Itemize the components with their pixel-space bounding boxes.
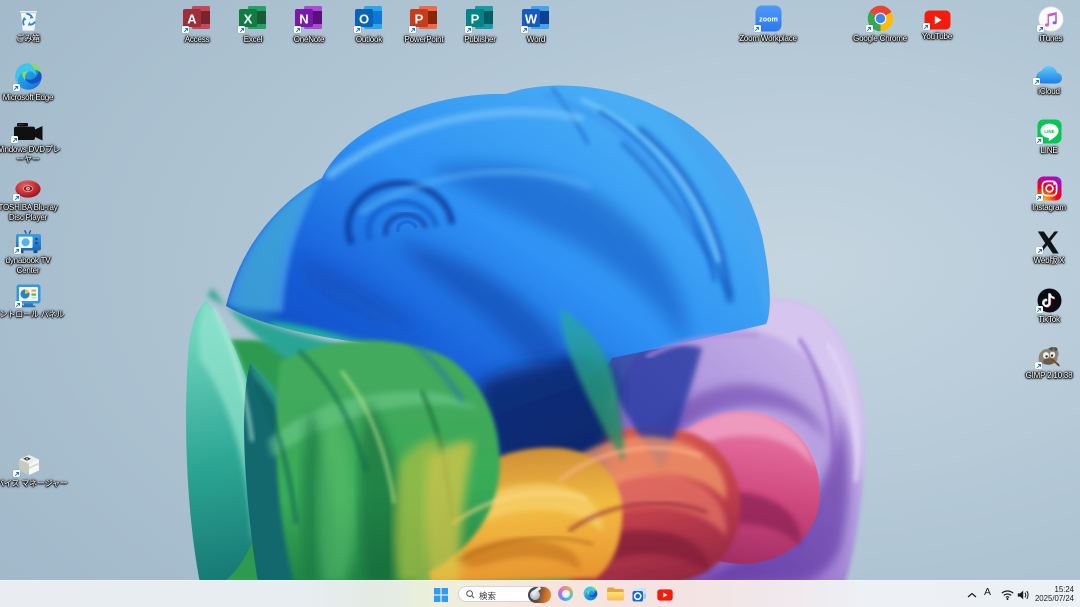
svg-text:LINE: LINE (1044, 129, 1054, 134)
svg-text:N: N (299, 12, 308, 27)
svg-text:W: W (525, 12, 538, 27)
svg-text:O: O (359, 12, 369, 27)
svg-text:P: P (471, 12, 480, 27)
svg-text:A: A (187, 12, 197, 27)
svg-text:X: X (244, 12, 253, 27)
svg-text:P: P (415, 12, 424, 27)
svg-text:zoom: zoom (759, 15, 778, 24)
